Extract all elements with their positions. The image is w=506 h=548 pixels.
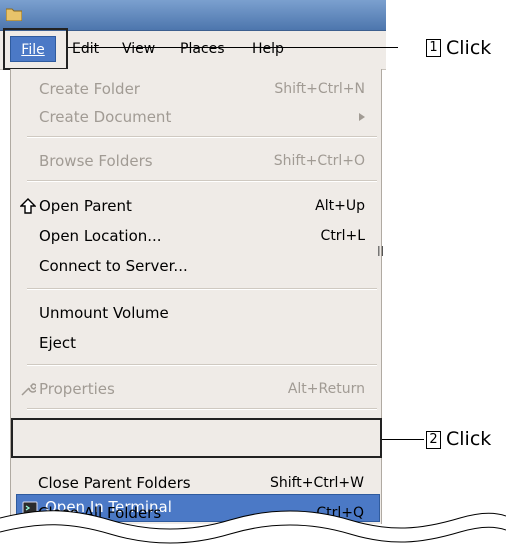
menu-places-label: Places [180, 41, 225, 57]
menu-item-close-parent-folders[interactable]: Close Parent Folders [38, 474, 191, 492]
menu-separator [27, 364, 377, 366]
up-arrow-icon [20, 198, 36, 214]
menu-item-open-location[interactable]: Open Location... [39, 227, 162, 245]
menu-view[interactable]: View [122, 37, 155, 61]
wrench-icon [21, 383, 36, 396]
callout-2-number: 2 [426, 431, 441, 449]
menu-item-eject[interactable]: Eject [39, 334, 76, 352]
menu-item-create-folder[interactable]: Create Folder [39, 80, 140, 98]
callout-1-leader [68, 47, 398, 48]
menu-item-connect-server[interactable]: Connect to Server... [39, 257, 188, 275]
menu-item-properties-accel: Alt+Return [287, 381, 365, 397]
menu-item-open-location-accel: Ctrl+L [320, 228, 365, 244]
menu-separator [27, 288, 377, 290]
menu-places[interactable]: Places [180, 37, 225, 61]
menu-view-label: View [122, 41, 156, 57]
callout-1-number: 1 [426, 39, 441, 57]
menu-item-create-folder-accel: Shift+Ctrl+N [274, 81, 365, 97]
menu-edit-label: Edit [72, 41, 100, 57]
menu-separator [27, 180, 377, 182]
menu-item-close-parent-accel: Shift+Ctrl+W [269, 475, 364, 491]
background-text-fragment: ll [377, 245, 385, 260]
menu-item-open-parent-accel: Alt+Up [315, 198, 365, 214]
menu-item-create-document[interactable]: Create Document [39, 108, 171, 126]
menu-item-browse-folders-accel: Shift+Ctrl+O [273, 153, 365, 169]
submenu-arrow-icon [359, 113, 365, 121]
menu-edit[interactable]: Edit [72, 37, 99, 61]
torn-edge-graphic [0, 510, 506, 548]
menu-item-properties[interactable]: Properties [39, 380, 115, 398]
callout-2-text: Click [446, 428, 492, 450]
callout-1-box [3, 28, 68, 70]
menu-item-browse-folders[interactable]: Browse Folders [39, 152, 153, 170]
menu-item-open-parent[interactable]: Open Parent [39, 197, 132, 215]
menu-help[interactable]: Help [252, 37, 284, 61]
callout-1-text: Click [446, 37, 492, 59]
window-titlebar [0, 0, 386, 31]
menu-item-unmount-volume[interactable]: Unmount Volume [39, 304, 169, 322]
menu-separator [27, 136, 377, 138]
callout-2-box [11, 418, 382, 458]
folder-icon [6, 8, 22, 21]
menu-separator [27, 408, 377, 410]
menu-help-label: Help [252, 41, 284, 57]
callout-2-leader [382, 439, 424, 440]
